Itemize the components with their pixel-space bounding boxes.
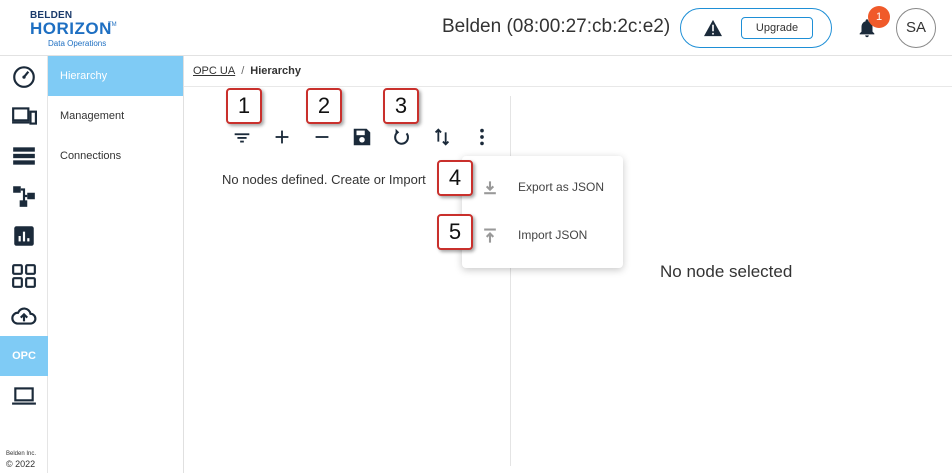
app-header: BELDEN HORIZON TM Data Operations Belden… bbox=[0, 0, 952, 56]
subnav-item-hierarchy[interactable]: Hierarchy bbox=[48, 56, 183, 96]
callout-5: 5 bbox=[437, 214, 473, 250]
nav-devices[interactable] bbox=[0, 96, 48, 136]
sort-button[interactable] bbox=[429, 124, 455, 150]
callout-4: 4 bbox=[437, 160, 473, 196]
menu-item-import-json[interactable]: Import JSON bbox=[462, 212, 623, 260]
footer-copyright: © 2022 bbox=[6, 459, 36, 470]
more-options-menu: Export as JSON Import JSON bbox=[462, 156, 623, 268]
callout-3: 3 bbox=[383, 88, 419, 124]
sort-icon bbox=[434, 128, 450, 146]
cloud-upload-icon bbox=[11, 307, 37, 325]
device-title: Belden (08:00:27:cb:2c:e2) bbox=[442, 16, 671, 37]
license-warning-pill: Upgrade bbox=[680, 8, 832, 48]
save-icon bbox=[353, 128, 371, 146]
nav-laptop[interactable] bbox=[0, 376, 48, 416]
primary-nav-rail: OPC Belden Inc. © 2022 bbox=[0, 56, 48, 473]
more-options-button[interactable] bbox=[469, 124, 495, 150]
belden-horizon-logo[interactable]: BELDEN HORIZON TM Data Operations bbox=[30, 10, 130, 50]
upgrade-button[interactable]: Upgrade bbox=[741, 17, 813, 39]
breadcrumb-separator: / bbox=[241, 65, 245, 77]
nav-analytics[interactable] bbox=[0, 216, 48, 256]
list-icon bbox=[13, 147, 35, 165]
opc-subnav: Hierarchy Management Connections bbox=[48, 56, 184, 473]
subnav-item-management[interactable]: Management bbox=[48, 96, 183, 136]
add-node-button[interactable] bbox=[269, 124, 295, 150]
refresh-icon bbox=[394, 128, 409, 145]
refresh-button[interactable] bbox=[389, 124, 415, 150]
nav-list[interactable] bbox=[0, 136, 48, 176]
nav-topology[interactable] bbox=[0, 176, 48, 216]
breadcrumb-divider bbox=[184, 86, 952, 87]
panel-splitter[interactable] bbox=[510, 96, 511, 466]
subnav-item-connections[interactable]: Connections bbox=[48, 136, 183, 176]
devices-icon bbox=[12, 107, 37, 125]
copyright-footer: Belden Inc. © 2022 bbox=[6, 450, 36, 471]
nav-dashboard[interactable] bbox=[0, 56, 48, 96]
user-avatar[interactable]: SA bbox=[896, 8, 936, 48]
add-icon bbox=[275, 130, 289, 144]
logo-subtitle: Data Operations bbox=[48, 39, 107, 48]
breadcrumb-current: Hierarchy bbox=[250, 65, 302, 77]
callout-1: 1 bbox=[226, 88, 262, 124]
breadcrumb-opc-ua-link[interactable]: OPC UA bbox=[193, 65, 235, 77]
analytics-icon bbox=[14, 226, 34, 246]
nav-apps[interactable] bbox=[0, 256, 48, 296]
menu-export-label: Export as JSON bbox=[518, 180, 605, 194]
remove-node-button[interactable] bbox=[309, 124, 335, 150]
breadcrumb: OPC UA / Hierarchy bbox=[193, 65, 301, 77]
filter-button[interactable] bbox=[229, 124, 255, 150]
download-icon bbox=[480, 178, 500, 198]
notification-count-badge[interactable]: 1 bbox=[868, 6, 890, 28]
remove-icon bbox=[315, 136, 329, 138]
apps-icon bbox=[12, 264, 36, 288]
topology-icon bbox=[13, 186, 35, 207]
laptop-icon bbox=[12, 387, 36, 405]
filter-icon bbox=[234, 133, 250, 143]
menu-import-label: Import JSON bbox=[518, 228, 588, 242]
detail-empty-message: No node selected bbox=[660, 262, 793, 281]
warning-icon[interactable] bbox=[703, 19, 723, 37]
nav-opc-label: OPC bbox=[12, 350, 36, 362]
upload-icon bbox=[480, 226, 500, 246]
save-button[interactable] bbox=[349, 124, 375, 150]
tree-empty-message: No nodes defined. Create or Import bbox=[222, 172, 426, 187]
dashboard-icon bbox=[13, 66, 35, 88]
logo-trademark: TM bbox=[108, 22, 117, 28]
footer-company: Belden Inc. bbox=[6, 451, 37, 458]
more-vert-icon bbox=[480, 128, 484, 146]
callout-2: 2 bbox=[306, 88, 342, 124]
nav-opc[interactable]: OPC bbox=[0, 336, 48, 376]
logo-horizon-text: HORIZON bbox=[30, 19, 112, 38]
menu-item-export-json[interactable]: Export as JSON bbox=[462, 164, 623, 212]
nav-cloud-upload[interactable] bbox=[0, 296, 48, 336]
